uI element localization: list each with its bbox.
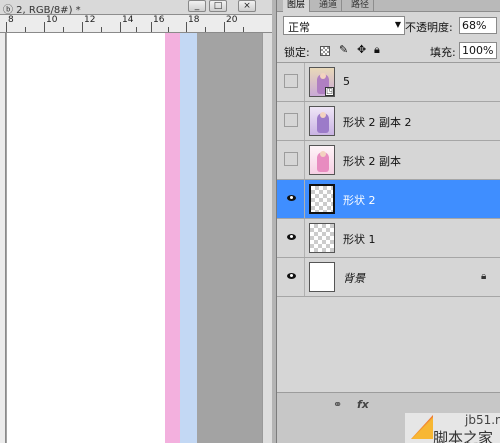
ruler-number: 14 [122,15,134,25]
blend-mode-value: 正常 [288,21,310,34]
fill-input[interactable]: 100% [459,42,497,59]
watermark-text: 脚本之家 [433,429,494,443]
visibility-toggle[interactable] [284,74,298,88]
layer-thumbnail [309,223,335,253]
horizontal-ruler[interactable]: 8 10 12 14 16 18 20 [0,15,272,33]
ruler-number: 8 [8,15,14,25]
layer-name: 形状 1 [343,233,376,246]
ruler-number: 18 [188,15,200,25]
fx-icon[interactable]: fx [357,398,369,411]
pink-shape[interactable] [165,33,180,443]
tab-channels[interactable]: 通道 [315,0,343,12]
watermark-logo-icon [411,415,433,439]
panel-tabs: 图层 通道 路径 [277,0,500,12]
layer-name: 5 [343,75,350,88]
layer-thumbnail: ◳ [309,67,335,97]
layers-panel: 图层 通道 路径 正常 ▼ 不透明度: 68% 锁定: ✎ ✥ 🔒︎ 填充: 1… [276,0,500,443]
layer-name: 形状 2 副本 2 [343,116,412,129]
ruler-number: 10 [46,15,58,25]
eye-icon[interactable] [284,269,298,283]
layer-row-shape2-copy[interactable]: 形状 2 副本 [277,141,500,180]
lock-row: 锁定: ✎ ✥ 🔒︎ 填充: 100% [277,40,500,62]
eye-icon[interactable] [284,191,298,205]
layer-name: 形状 2 副本 [343,155,401,168]
lock-label: 锁定: [284,46,310,59]
link-icon[interactable]: ⚭ [333,398,342,411]
document-title-bar[interactable]: ⓑ 2, RGB/8#) * _ □ ⨯ [0,0,272,16]
ruler-number: 12 [84,15,96,25]
blend-row: 正常 ▼ 不透明度: 68% [277,14,500,38]
watermark-site: jb51.net [465,413,500,427]
tab-layers[interactable]: 图层 [283,0,311,12]
lock-icon[interactable]: 🔒︎ [374,44,380,56]
visibility-toggle[interactable] [284,152,298,166]
layer-name: 背景 [343,272,365,285]
pasteboard [197,33,262,443]
chevron-down-icon: ▼ [394,20,401,29]
tab-paths[interactable]: 路径 [347,0,375,12]
vertical-scrollbar[interactable] [262,33,272,443]
layer-row-background[interactable]: 背景 🔒︎ [277,258,500,297]
watermark: jb51.net 脚本之家 [405,413,500,443]
fill-label: 填充: [430,46,456,59]
layer-thumbnail [309,106,335,136]
document-title: ⓑ 2, RGB/8#) * [3,5,81,16]
layer-row-5[interactable]: ◳ 5 [277,63,500,102]
opacity-label: 不透明度: [405,21,453,34]
blend-mode-select[interactable]: 正常 ▼ [283,16,405,35]
canvas[interactable] [7,33,165,443]
panel-bottom-bar: ⚭ fx jb51.net 脚本之家 [277,392,500,443]
eye-icon[interactable] [284,230,298,244]
ruler-number: 16 [153,15,165,25]
layer-thumbnail [309,262,335,292]
minimize-button[interactable]: _ [188,0,206,12]
lock-transparent-icon[interactable] [320,46,330,56]
layers-list: ◳ 5 形状 2 副本 2 形状 2 副本 形状 2 形状 1 背景 🔒︎ [277,62,500,392]
blue-shape[interactable] [180,33,197,443]
layer-row-shape1[interactable]: 形状 1 [277,219,500,258]
lock-icon: 🔒︎ [481,271,487,282]
layer-row-shape2-copy2[interactable]: 形状 2 副本 2 [277,102,500,141]
layer-thumbnail [309,145,335,175]
visibility-toggle[interactable] [284,113,298,127]
opacity-input[interactable]: 68% [459,17,497,34]
vertical-ruler[interactable] [0,33,6,443]
layer-row-shape2[interactable]: 形状 2 [277,180,500,219]
ruler-number: 20 [226,15,238,25]
layer-name: 形状 2 [343,194,376,207]
maximize-button[interactable]: □ [209,0,227,12]
layer-thumbnail [309,184,335,214]
close-button[interactable]: ⨯ [238,0,256,12]
document-window: ⓑ 2, RGB/8#) * _ □ ⨯ 8 10 12 14 16 18 20 [0,0,272,443]
move-icon[interactable]: ✥ [357,44,366,56]
brush-icon[interactable]: ✎ [339,44,348,56]
smart-object-icon: ◳ [325,87,334,96]
